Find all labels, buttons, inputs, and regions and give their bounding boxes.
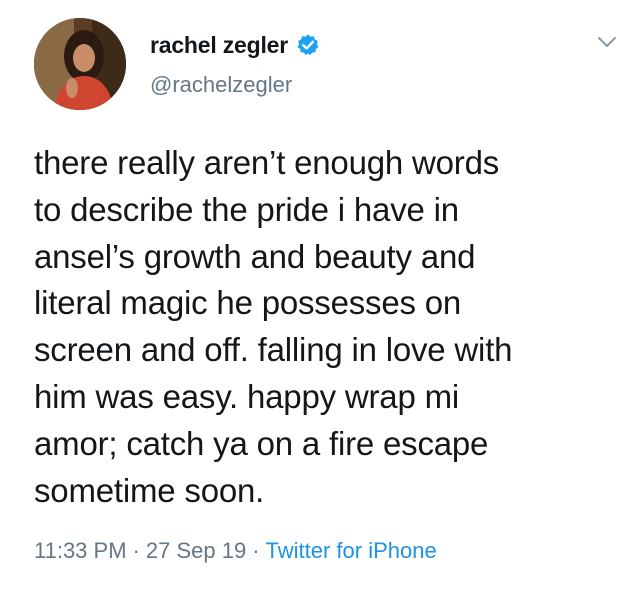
tweet-time[interactable]: 11:33 PM (34, 538, 127, 564)
chevron-down-icon[interactable] (596, 34, 618, 50)
tweet-date[interactable]: 27 Sep 19 (146, 538, 246, 564)
display-name-row: rachel zegler (150, 30, 320, 60)
meta-separator: · (132, 538, 140, 563)
tweet-source-link[interactable]: Twitter for iPhone (266, 538, 437, 564)
tweet-text: there really aren’t enough words to desc… (34, 144, 513, 509)
meta-separator: · (252, 538, 260, 563)
avatar[interactable] (34, 18, 126, 110)
display-name[interactable]: rachel zegler (150, 32, 288, 59)
tweet-meta: 11:33 PM · 27 Sep 19 · Twitter for iPhon… (34, 538, 437, 564)
avatar-image (34, 18, 126, 110)
verified-badge-icon (296, 33, 320, 57)
user-handle[interactable]: @rachelzegler (150, 72, 292, 98)
tweet-card: rachel zegler @rachelzegler there really… (0, 0, 640, 596)
